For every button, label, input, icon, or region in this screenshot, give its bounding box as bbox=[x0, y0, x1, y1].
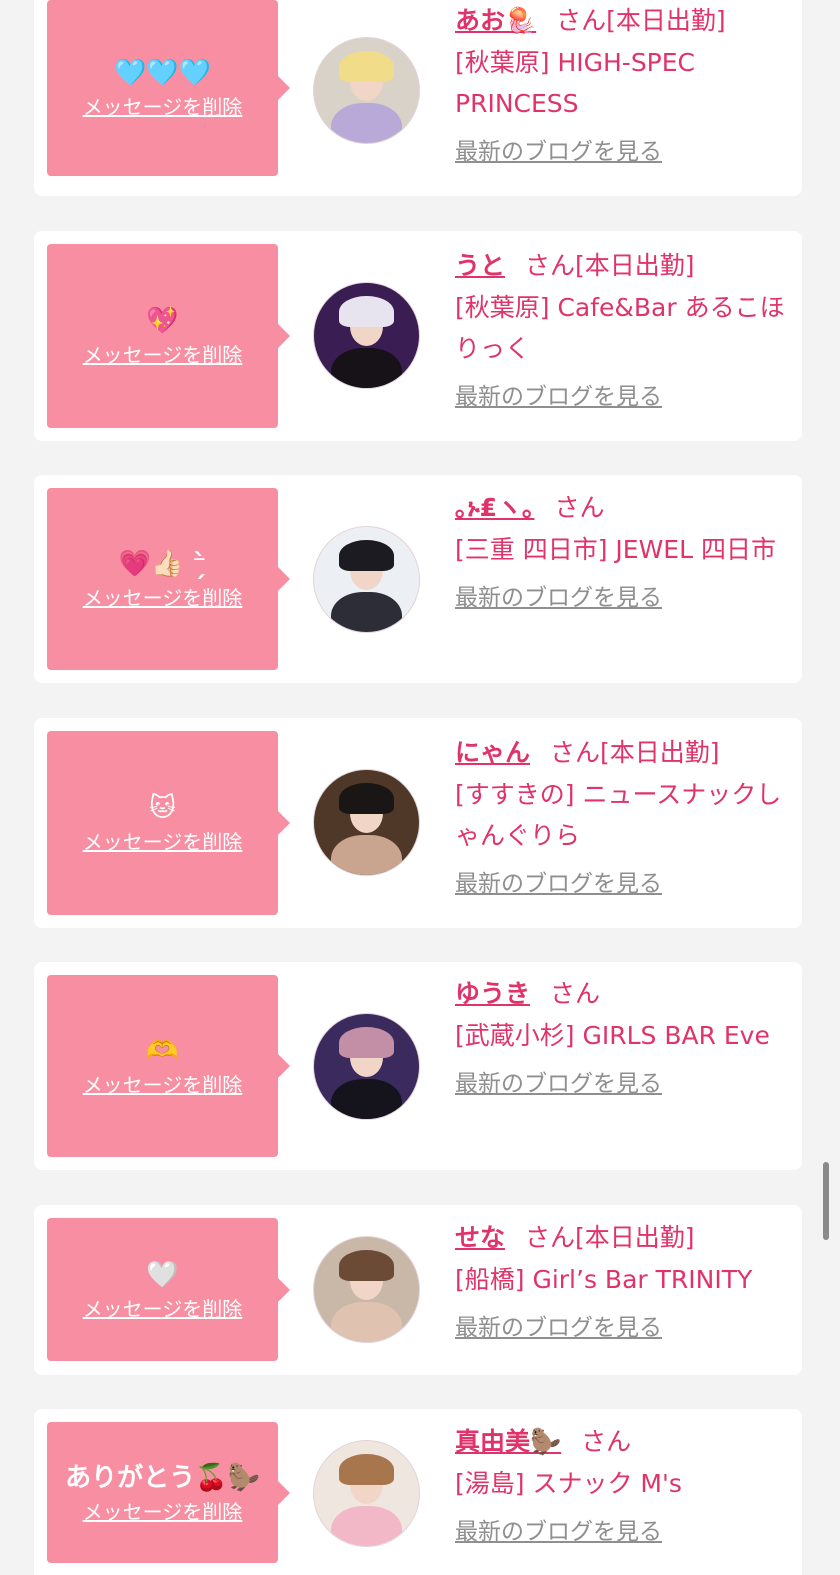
delete-message-link[interactable]: メッセージを削除 bbox=[83, 1296, 243, 1322]
cast-name-link[interactable]: 真由美🦫 bbox=[455, 1427, 561, 1456]
delete-message-link[interactable]: メッセージを削除 bbox=[83, 1072, 243, 1098]
shop-name: [三重 四日市] JEWEL 四日市 bbox=[455, 535, 776, 564]
list-item: 💖 メッセージを削除 うと さん[本日出勤] [秋葉原] Cafe&Bar あるこ… bbox=[34, 231, 802, 441]
avatar-body bbox=[330, 1506, 403, 1546]
message-text: 🫶 bbox=[146, 1036, 179, 1066]
avatar[interactable] bbox=[313, 282, 420, 389]
latest-blog-link[interactable]: 最新のブログを見る bbox=[455, 382, 795, 412]
avatar-body bbox=[330, 1079, 403, 1119]
message-bubble: 💗👍🏻 ⁻̗̀ メッセージを削除 bbox=[47, 488, 290, 670]
avatar-body bbox=[330, 103, 403, 143]
delete-message-link[interactable]: メッセージを削除 bbox=[83, 1499, 243, 1525]
cast-name-link[interactable]: せな bbox=[455, 1223, 505, 1252]
delete-message-link[interactable]: メッセージを削除 bbox=[83, 829, 243, 855]
latest-blog-link[interactable]: 最新のブログを見る bbox=[455, 869, 795, 899]
avatar-hair bbox=[339, 1249, 394, 1282]
honorific: さん bbox=[525, 251, 576, 280]
message-bubble: 💖 メッセージを削除 bbox=[47, 244, 290, 428]
message-text: 💖 bbox=[146, 306, 179, 336]
attendance-status: [本日出勤] bbox=[575, 1223, 695, 1252]
cast-info: ｡ኑ₤ヽ｡ さん [三重 四日市] JEWEL 四日市 最新のブログを見る bbox=[455, 487, 795, 613]
list-item: 🩵🩵🩵 メッセージを削除 あお🪼 さん[本日出勤] [秋葉原] HIGH-SPEC… bbox=[34, 0, 802, 196]
name-line: 真由美🦫 さん bbox=[455, 1421, 795, 1463]
list-item: 🤍 メッセージを削除 せな さん[本日出勤] [船橋] Girl’s Bar TR… bbox=[34, 1205, 802, 1375]
avatar[interactable] bbox=[313, 526, 420, 633]
cast-info: ゆうき さん [武蔵小杉] GIRLS BAR Eve 最新のブログを見る bbox=[455, 973, 795, 1099]
honorific: さん bbox=[581, 1427, 632, 1456]
latest-blog-link[interactable]: 最新のブログを見る bbox=[455, 1313, 795, 1343]
avatar[interactable] bbox=[313, 769, 420, 876]
message-bubble: 🤍 メッセージを削除 bbox=[47, 1218, 290, 1361]
message-bubble: 🐱 メッセージを削除 bbox=[47, 731, 290, 915]
message-text: 🐱 bbox=[148, 793, 177, 823]
cast-name-link[interactable]: ゆうき bbox=[455, 979, 530, 1008]
name-line: ｡ኑ₤ヽ｡ さん bbox=[455, 487, 795, 529]
list-item: ありがとう🍒🦫 メッセージを削除 真由美🦫 さん [湯島] スナック M's 最新… bbox=[34, 1409, 802, 1575]
honorific: さん bbox=[550, 738, 601, 767]
attendance-status: [本日出勤] bbox=[606, 6, 726, 35]
cast-name-link[interactable]: ｡ኑ₤ヽ｡ bbox=[455, 493, 535, 522]
attendance-status: [本日出勤] bbox=[600, 738, 720, 767]
cast-name-link[interactable]: あお🪼 bbox=[455, 6, 536, 35]
avatar-body bbox=[330, 835, 403, 875]
message-text: 🩵🩵🩵 bbox=[113, 58, 212, 88]
attendance-status: [本日出勤] bbox=[575, 251, 695, 280]
avatar-hair bbox=[339, 539, 394, 572]
latest-blog-link[interactable]: 最新のブログを見る bbox=[455, 137, 795, 167]
honorific: さん bbox=[525, 1223, 576, 1252]
delete-message-link[interactable]: メッセージを削除 bbox=[83, 94, 243, 120]
cast-info: 真由美🦫 さん [湯島] スナック M's 最新のブログを見る bbox=[455, 1421, 795, 1547]
latest-blog-link[interactable]: 最新のブログを見る bbox=[455, 1517, 795, 1547]
name-line: あお🪼 さん[本日出勤] bbox=[455, 0, 795, 42]
cast-info: あお🪼 さん[本日出勤] [秋葉原] HIGH-SPEC PRINCESS 最新の… bbox=[455, 0, 795, 167]
avatar-hair bbox=[339, 295, 394, 328]
delete-message-link[interactable]: メッセージを削除 bbox=[83, 342, 243, 368]
shop-name: [武蔵小杉] GIRLS BAR Eve bbox=[455, 1021, 770, 1050]
avatar[interactable] bbox=[313, 1236, 420, 1343]
shop-name: [秋葉原] HIGH-SPEC PRINCESS bbox=[455, 48, 696, 118]
avatar[interactable] bbox=[313, 1440, 420, 1547]
name-line: せな さん[本日出勤] bbox=[455, 1217, 795, 1259]
honorific: さん bbox=[556, 6, 607, 35]
cast-name-link[interactable]: にゃん bbox=[455, 738, 530, 767]
shop-name: [船橋] Girl’s Bar TRINITY bbox=[455, 1265, 753, 1294]
cast-info: せな さん[本日出勤] [船橋] Girl’s Bar TRINITY 最新のブロ… bbox=[455, 1217, 795, 1343]
avatar-body bbox=[330, 348, 403, 388]
delete-message-link[interactable]: メッセージを削除 bbox=[83, 585, 243, 611]
avatar-hair bbox=[339, 782, 394, 815]
message-bubble: 🫶 メッセージを削除 bbox=[47, 975, 290, 1157]
name-line: ゆうき さん bbox=[455, 973, 795, 1015]
latest-blog-link[interactable]: 最新のブログを見る bbox=[455, 583, 795, 613]
cast-info: にゃん さん[本日出勤] [すすきの] ニュースナックしゃんぐりら 最新のブログを… bbox=[455, 732, 795, 899]
name-line: うと さん[本日出勤] bbox=[455, 245, 795, 287]
cast-info: うと さん[本日出勤] [秋葉原] Cafe&Bar あるこほりっく 最新のブログ… bbox=[455, 245, 795, 412]
avatar-hair bbox=[339, 1453, 394, 1486]
avatar-body bbox=[330, 592, 403, 632]
latest-blog-link[interactable]: 最新のブログを見る bbox=[455, 1069, 795, 1099]
honorific: さん bbox=[554, 493, 605, 522]
favorites-list: 🩵🩵🩵 メッセージを削除 あお🪼 さん[本日出勤] [秋葉原] HIGH-SPEC… bbox=[0, 0, 840, 1575]
list-item: 🫶 メッセージを削除 ゆうき さん [武蔵小杉] GIRLS BAR Eve 最新… bbox=[34, 962, 802, 1170]
avatar[interactable] bbox=[313, 1013, 420, 1120]
message-text: 💗👍🏻 ⁻̗̀ bbox=[118, 549, 207, 579]
message-text: ありがとう🍒🦫 bbox=[65, 1462, 260, 1493]
list-item: 💗👍🏻 ⁻̗̀ メッセージを削除 ｡ኑ₤ヽ｡ さん [三重 四日市] JEWEL … bbox=[34, 475, 802, 683]
message-text: 🤍 bbox=[146, 1259, 179, 1290]
scrollbar-thumb[interactable] bbox=[823, 1162, 829, 1240]
avatar-body bbox=[330, 1302, 403, 1342]
list-item: 🐱 メッセージを削除 にゃん さん[本日出勤] [すすきの] ニュースナックしゃん… bbox=[34, 718, 802, 928]
message-bubble: ありがとう🍒🦫 メッセージを削除 bbox=[47, 1422, 290, 1563]
cast-name-link[interactable]: うと bbox=[455, 251, 505, 280]
shop-name: [秋葉原] Cafe&Bar あるこほりっく bbox=[455, 293, 785, 363]
shop-name: [すすきの] ニュースナックしゃんぐりら bbox=[455, 780, 782, 850]
name-line: にゃん さん[本日出勤] bbox=[455, 732, 795, 774]
message-bubble: 🩵🩵🩵 メッセージを削除 bbox=[47, 0, 290, 176]
avatar-hair bbox=[339, 1026, 394, 1059]
shop-name: [湯島] スナック M's bbox=[455, 1469, 682, 1498]
honorific: さん bbox=[550, 979, 601, 1008]
avatar[interactable] bbox=[313, 37, 420, 144]
avatar-hair bbox=[339, 50, 394, 83]
